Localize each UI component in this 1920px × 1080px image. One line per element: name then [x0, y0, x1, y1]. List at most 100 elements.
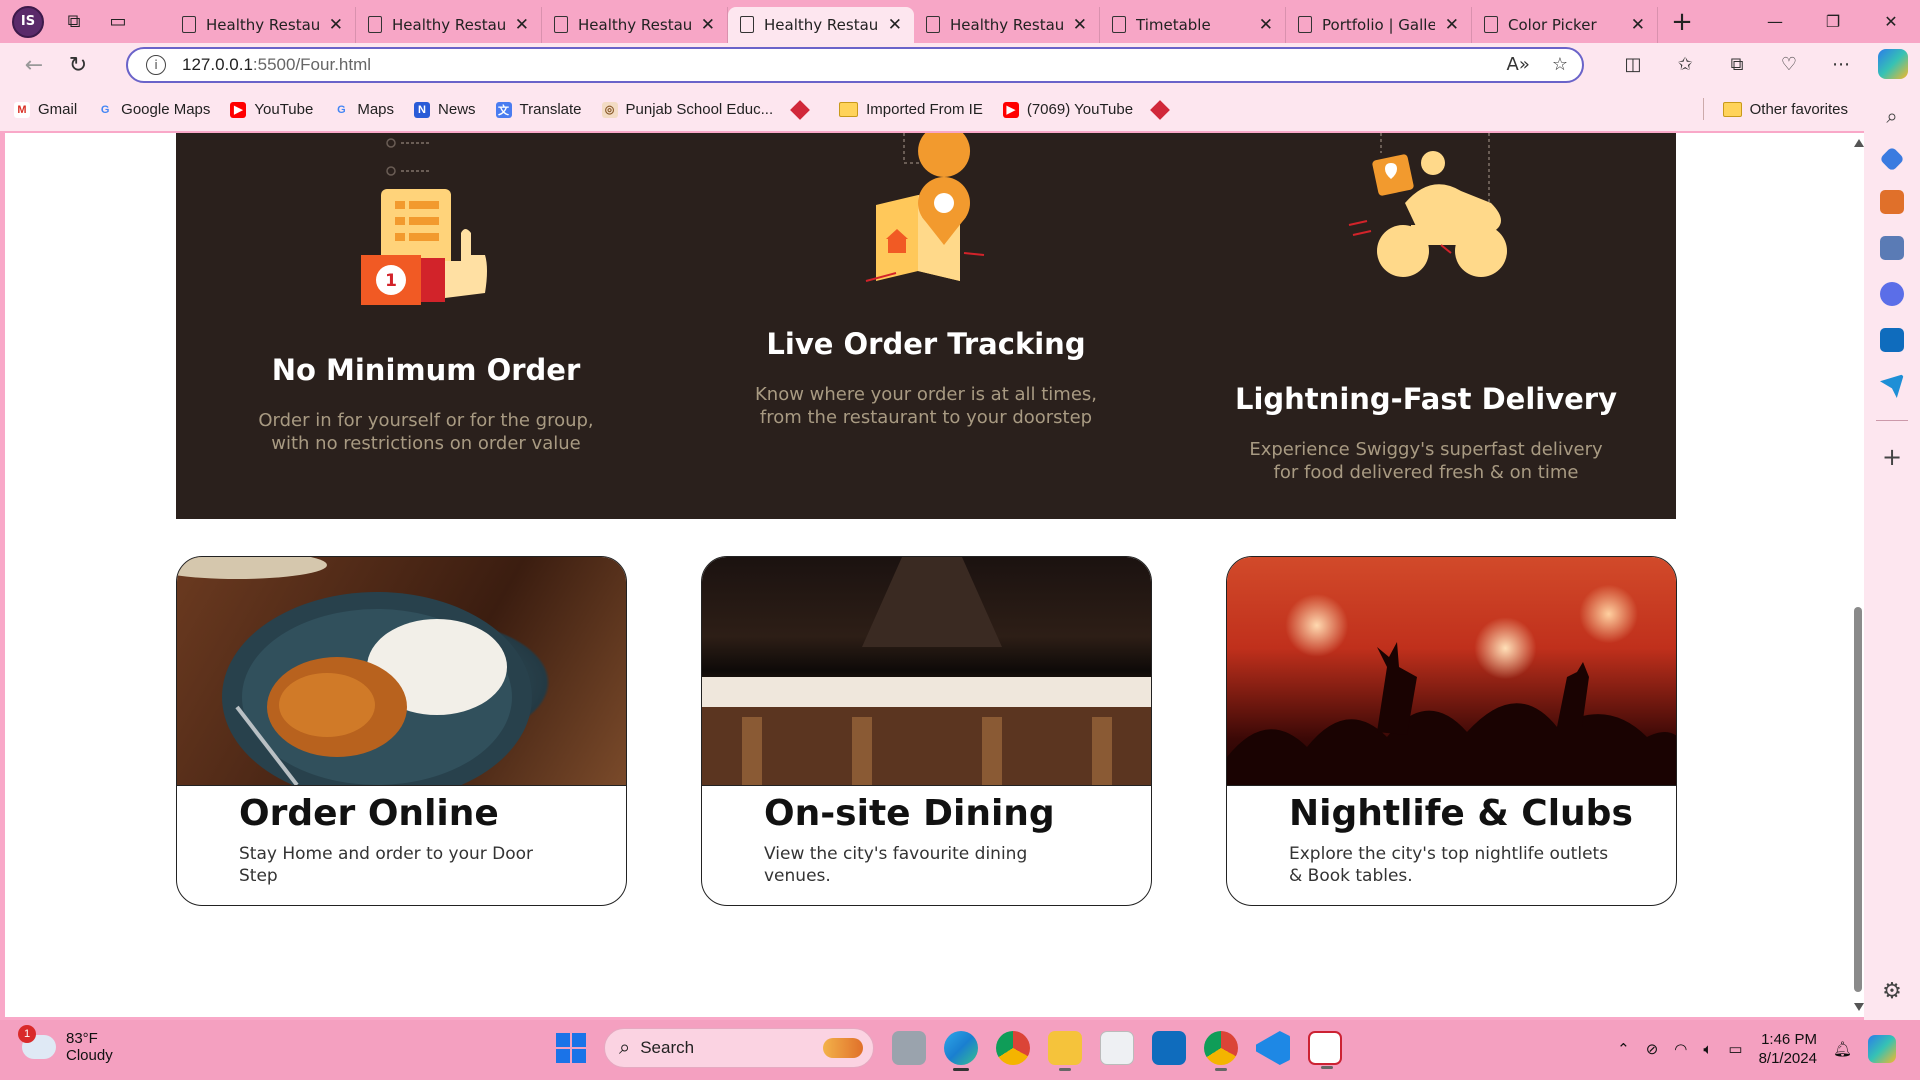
file-explorer-icon[interactable] [1048, 1031, 1082, 1071]
scroll-down-arrow-icon[interactable] [1854, 1003, 1864, 1011]
card-description: Stay Home and order to your Door Step [239, 844, 534, 886]
sidebar-settings-icon[interactable]: ⚙ [1882, 979, 1902, 1004]
split-screen-icon[interactable]: ◫ [1618, 49, 1648, 79]
collections-icon[interactable]: ⧉ [1722, 49, 1752, 79]
chrome-profile-icon[interactable] [1204, 1031, 1238, 1071]
windows-start-icon[interactable] [556, 1033, 586, 1063]
tab-1[interactable]: Healthy Restaur ✕ [170, 6, 356, 43]
favorite-news[interactable]: N News [414, 101, 476, 118]
other-favorites-label: Other favorites [1749, 101, 1848, 118]
page-icon [554, 16, 568, 33]
close-tab-icon[interactable]: ✕ [1631, 15, 1645, 35]
browser-essentials-icon[interactable]: ♡ [1774, 49, 1804, 79]
task-view-icon[interactable] [892, 1031, 926, 1065]
scrollbar-thumb[interactable] [1854, 607, 1862, 992]
minimize-button[interactable]: — [1746, 0, 1804, 43]
back-button[interactable]: ← [14, 48, 54, 84]
outlook-new-icon[interactable] [1152, 1031, 1186, 1065]
tab-3[interactable]: Healthy Restaur ✕ [542, 6, 728, 43]
favorite-star-icon[interactable]: ☆ [1552, 54, 1568, 75]
favorite-youtube[interactable]: ▶ YouTube [230, 101, 313, 118]
favorite-google-maps[interactable]: G Google Maps [97, 101, 211, 118]
folder-icon [1722, 102, 1742, 117]
favorite-translate[interactable]: 文 Translate [495, 101, 582, 118]
refresh-button[interactable]: ↻ [58, 48, 98, 84]
news-icon: N [414, 101, 431, 118]
battery-icon[interactable]: ▭ [1728, 1040, 1742, 1058]
feature-description: Order in for yourself or for the group, … [258, 410, 594, 454]
edge-icon[interactable] [944, 1031, 978, 1071]
close-tab-icon[interactable]: ✕ [329, 15, 343, 35]
tab-5[interactable]: Healthy Restaur ✕ [914, 6, 1100, 43]
close-tab-icon[interactable]: ✕ [888, 15, 902, 35]
site-info-icon[interactable]: i [146, 55, 166, 75]
search-label: Search [640, 1038, 695, 1057]
favorite-maps[interactable]: G Maps [333, 101, 394, 118]
snipping-tool-icon[interactable] [1308, 1031, 1342, 1069]
vscode-icon[interactable] [1256, 1031, 1290, 1065]
clock[interactable]: 1:46 PM 8/1/2024 [1759, 1030, 1817, 1068]
add-sidebar-app-icon[interactable]: + [1882, 443, 1902, 471]
read-aloud-icon[interactable]: A» [1507, 54, 1530, 75]
favorites-icon[interactable]: ✩ [1670, 49, 1700, 79]
other-favorites[interactable]: Other favorites [1722, 101, 1848, 118]
show-hidden-icons-icon[interactable]: ⌃ [1617, 1040, 1630, 1058]
close-tab-icon[interactable]: ✕ [701, 15, 715, 35]
scroll-up-arrow-icon[interactable] [1854, 139, 1864, 147]
restore-button[interactable]: ❐ [1804, 0, 1862, 43]
close-tab-icon[interactable]: ✕ [1445, 15, 1459, 35]
wifi-icon[interactable]: ◠ [1674, 1040, 1687, 1058]
close-tab-icon[interactable]: ✕ [1259, 15, 1273, 35]
favorite-diamond-2[interactable] [1150, 99, 1170, 120]
tab-2[interactable]: Healthy Restaur ✕ [356, 6, 542, 43]
tab-6[interactable]: Timetable ✕ [1100, 6, 1286, 43]
favorite-diamond-1[interactable] [790, 99, 811, 120]
more-menu-icon[interactable]: ⋯ [1826, 49, 1856, 79]
tools-icon[interactable] [1880, 190, 1904, 214]
weather-widget[interactable]: 1 83°F Cloudy [18, 1025, 113, 1064]
games-icon[interactable] [1880, 236, 1904, 260]
profile-avatar[interactable]: IS [12, 5, 44, 38]
food-plate-image [177, 557, 626, 786]
network-off-icon[interactable]: ⊘ [1646, 1040, 1659, 1058]
shopping-tag-icon[interactable] [1879, 146, 1905, 172]
tab-8[interactable]: Color Picker ✕ [1472, 6, 1658, 43]
close-tab-icon[interactable]: ✕ [1073, 15, 1087, 35]
search-icon[interactable]: ⌕ [1886, 104, 1897, 128]
copilot-icon[interactable] [1878, 49, 1908, 79]
card-nightlife-clubs[interactable]: Nightlife & Clubs Explore the city's top… [1226, 556, 1677, 906]
nightclub-crowd-image [1227, 557, 1676, 786]
tab-title: Healthy Restaur [764, 15, 878, 34]
fast-delivery-illustration [1348, 133, 1507, 277]
cloud-icon: 1 [18, 1025, 56, 1059]
microsoft-store-icon[interactable] [1100, 1031, 1134, 1065]
minimum-order-illustration: 1 [361, 138, 487, 305]
page-scrollbar[interactable] [1852, 139, 1864, 1011]
favorite-youtube-2[interactable]: ▶ (7069) YouTube [1002, 101, 1133, 118]
close-window-button[interactable]: ✕ [1862, 0, 1920, 43]
notifications-bell-icon[interactable]: 🔔︎ [1833, 1040, 1852, 1058]
tab-7[interactable]: Portfolio | Galle ✕ [1286, 6, 1472, 43]
tab-actions-icon[interactable]: ▭ [104, 8, 132, 36]
copilot-preview-icon[interactable] [1868, 1035, 1896, 1063]
address-bar[interactable]: i 127.0.0.1:5500/Four.html A» ☆ [126, 47, 1584, 83]
taskbar-search[interactable]: ⌕ Search [604, 1028, 874, 1068]
card-order-online[interactable]: Order Online Stay Home and order to your… [176, 556, 627, 906]
chrome-icon[interactable] [996, 1031, 1030, 1065]
card-title: Order Online [239, 793, 499, 834]
favorite-label: Punjab School Educ... [625, 101, 774, 118]
card-onsite-dining[interactable]: On-site Dining View the city's favourite… [701, 556, 1152, 906]
tab-4-active[interactable]: Healthy Restaur ✕ [728, 6, 914, 43]
outlook-icon[interactable] [1880, 328, 1904, 352]
favorite-gmail[interactable]: M Gmail [14, 101, 77, 118]
microsoft365-icon[interactable] [1880, 282, 1904, 306]
workspaces-icon[interactable]: ⧉ [60, 8, 88, 36]
card-title: On-site Dining [764, 793, 1055, 834]
new-tab-button[interactable]: + [1662, 4, 1702, 40]
url-text[interactable]: 127.0.0.1:5500/Four.html [182, 55, 371, 75]
favorite-punjab-school[interactable]: ◎ Punjab School Educ... [601, 101, 774, 118]
send-icon[interactable] [1880, 374, 1904, 398]
favorite-folder-imported[interactable]: Imported From IE [839, 101, 983, 118]
close-tab-icon[interactable]: ✕ [515, 15, 529, 35]
volume-icon[interactable]: 🔈︎ [1703, 1041, 1712, 1058]
